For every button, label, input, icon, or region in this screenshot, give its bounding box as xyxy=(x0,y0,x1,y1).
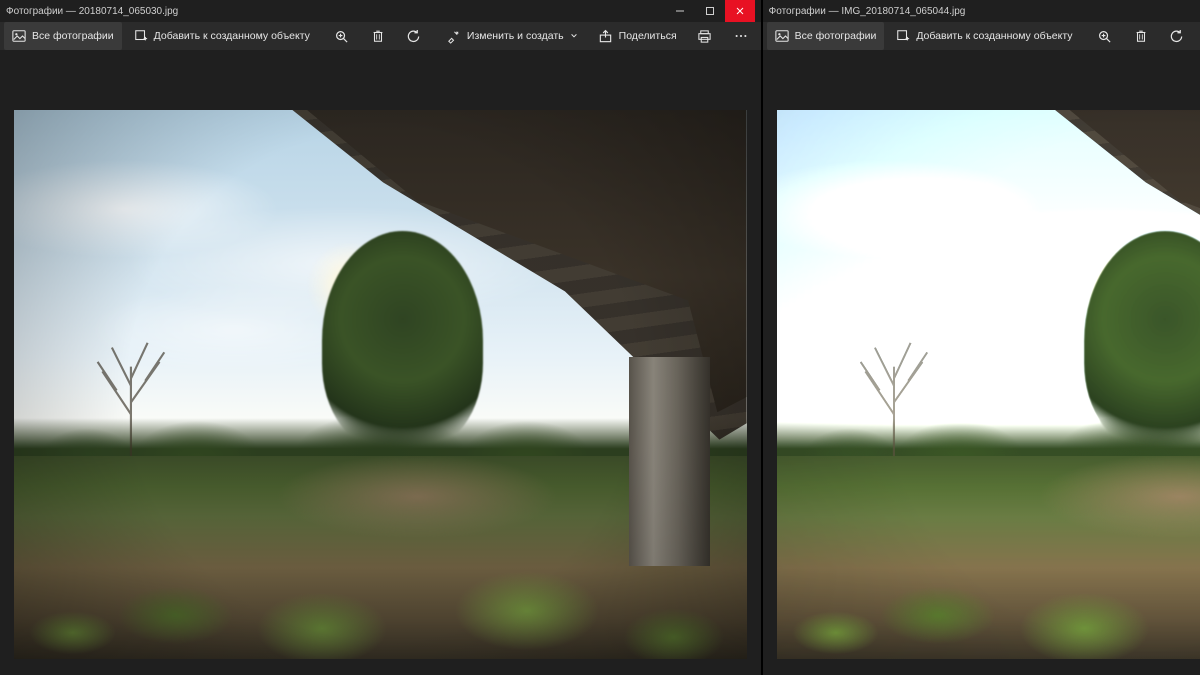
image-icon xyxy=(12,29,26,43)
all-photos-label: Все фотографии xyxy=(32,30,114,42)
add-to-creation-label: Добавить к созданному объекту xyxy=(154,30,310,42)
more-icon xyxy=(734,29,748,43)
rotate-icon xyxy=(406,29,421,44)
all-photos-label: Все фотографии xyxy=(795,30,877,42)
print-button[interactable] xyxy=(689,22,721,50)
edit-tools-icon xyxy=(446,29,461,44)
window-title: Фотографии — IMG_20180714_065044.jpg xyxy=(769,6,966,17)
share-label: Поделиться xyxy=(619,30,677,42)
rotate-button[interactable] xyxy=(398,22,430,50)
titlebar[interactable]: Фотографии — IMG_20180714_065044.jpg xyxy=(763,0,1200,22)
add-to-creation-label: Добавить к созданному объекту xyxy=(916,30,1072,42)
delete-button[interactable] xyxy=(1125,22,1157,50)
window-title: Фотографии — 20180714_065030.jpg xyxy=(6,6,178,17)
delete-icon xyxy=(371,29,385,43)
all-photos-button[interactable]: Все фотографии xyxy=(4,22,122,50)
printer-icon xyxy=(697,29,712,44)
add-to-creation-button[interactable]: Добавить к созданному объекту xyxy=(126,22,318,50)
all-photos-button[interactable]: Все фотографии xyxy=(767,22,885,50)
image-icon xyxy=(775,29,789,43)
image-viewport[interactable] xyxy=(0,50,761,675)
image-viewport[interactable] xyxy=(763,50,1200,675)
close-button[interactable] xyxy=(725,0,755,22)
app-root: Фотографии — 20180714_065030.jpg Все фот… xyxy=(0,0,1200,675)
toolbar: Все фотографии Добавить к созданному объ… xyxy=(0,22,761,50)
chevron-down-icon xyxy=(570,32,578,40)
add-to-creation-icon xyxy=(134,29,148,43)
titlebar[interactable]: Фотографии — 20180714_065030.jpg xyxy=(0,0,761,22)
zoom-icon xyxy=(1097,29,1112,44)
delete-icon xyxy=(1134,29,1148,43)
photo-content xyxy=(14,110,747,659)
toolbar: Все фотографии Добавить к созданному объ… xyxy=(763,22,1200,50)
zoom-icon xyxy=(334,29,349,44)
pane-left: Фотографии — 20180714_065030.jpg Все фот… xyxy=(0,0,761,675)
share-button[interactable]: Поделиться xyxy=(590,22,685,50)
add-to-creation-button[interactable]: Добавить к созданному объекту xyxy=(888,22,1080,50)
share-icon xyxy=(598,29,613,44)
delete-button[interactable] xyxy=(362,22,394,50)
maximize-button[interactable] xyxy=(695,0,725,22)
edit-create-button[interactable]: Изменить и создать xyxy=(438,22,586,50)
rotate-button[interactable] xyxy=(1161,22,1193,50)
zoom-button[interactable] xyxy=(326,22,358,50)
add-to-creation-icon xyxy=(896,29,910,43)
photo-content xyxy=(777,110,1200,659)
pane-right: Фотографии — IMG_20180714_065044.jpg Все… xyxy=(761,0,1200,675)
edit-create-label: Изменить и создать xyxy=(467,30,564,42)
rotate-icon xyxy=(1169,29,1184,44)
more-button[interactable] xyxy=(725,22,757,50)
minimize-button[interactable] xyxy=(665,0,695,22)
zoom-button[interactable] xyxy=(1089,22,1121,50)
